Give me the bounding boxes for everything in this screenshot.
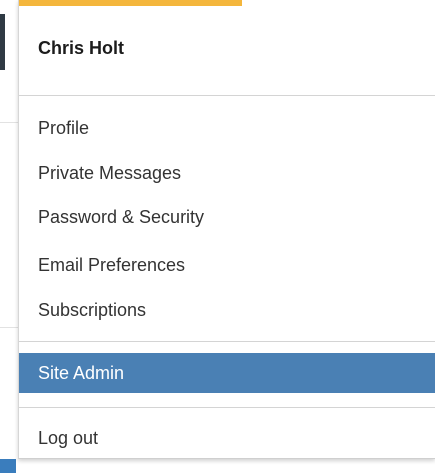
dropdown-accent-bar [19,0,242,6]
background-divider [0,122,18,123]
menu-item-email-preferences[interactable]: Email Preferences [19,250,435,280]
background-bottom-edge [0,459,16,473]
user-menu-dropdown: Chris Holt Profile Private Messages Pass… [18,0,435,459]
menu-item-profile[interactable]: Profile [19,113,435,143]
divider [19,407,435,408]
user-name: Chris Holt [38,38,125,58]
background-sidebar-edge [0,14,5,70]
menu-item-private-messages[interactable]: Private Messages [19,158,435,188]
divider [19,95,435,96]
menu-item-password-security[interactable]: Password & Security [19,202,435,232]
page: Chris Holt Profile Private Messages Pass… [0,0,435,473]
divider [19,341,435,342]
menu-item-site-admin[interactable]: Site Admin [19,353,435,393]
menu-item-log-out[interactable]: Log out [19,423,435,453]
menu-item-subscriptions[interactable]: Subscriptions [19,295,435,325]
background-divider [0,327,18,328]
